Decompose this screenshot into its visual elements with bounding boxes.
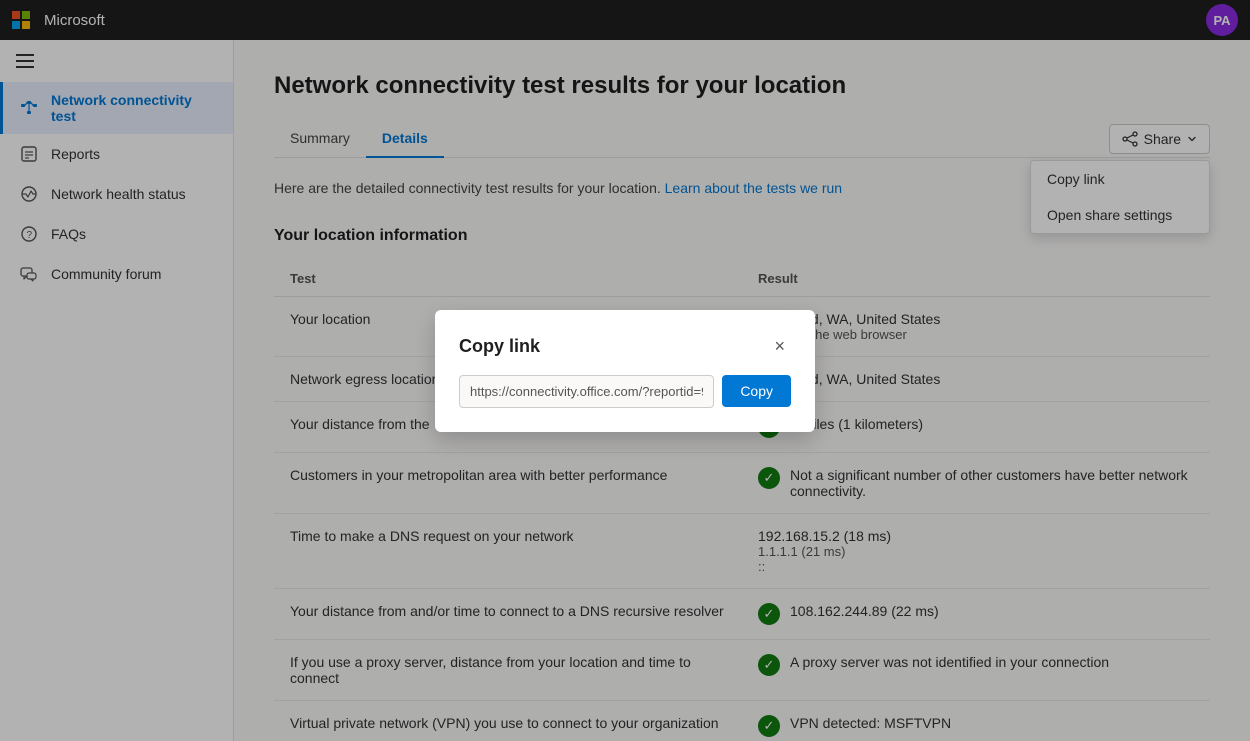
modal-title: Copy link [459, 336, 540, 357]
modal-copy-button[interactable]: Copy [722, 375, 791, 407]
modal-close-button[interactable]: × [768, 334, 791, 359]
modal-header: Copy link × [459, 334, 791, 359]
modal-url-row: Copy [459, 375, 791, 408]
modal-overlay: Copy link × Copy [0, 0, 1250, 741]
modal-url-input[interactable] [459, 375, 714, 408]
copy-link-modal: Copy link × Copy [435, 310, 815, 432]
